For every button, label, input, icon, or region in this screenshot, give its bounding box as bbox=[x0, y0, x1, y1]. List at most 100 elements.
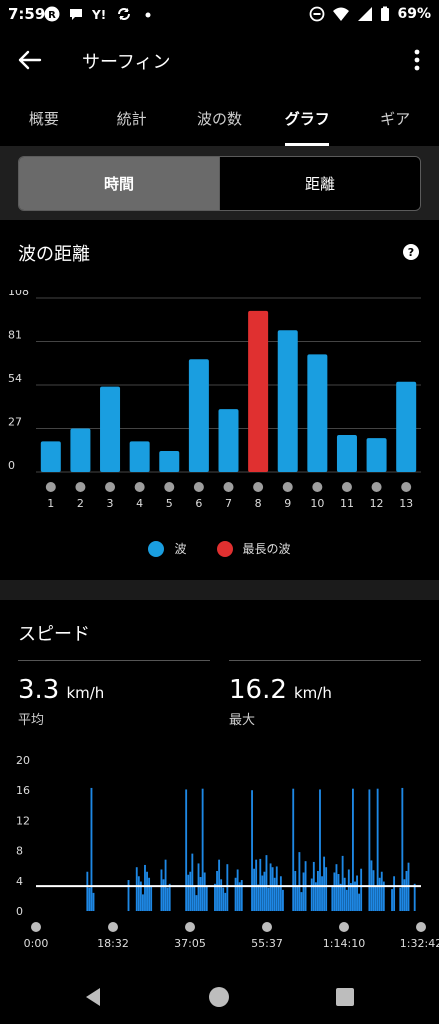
speed-bar bbox=[378, 877, 381, 911]
battery-percent: 69% bbox=[397, 6, 431, 22]
nav-recents-icon[interactable] bbox=[333, 985, 357, 1009]
status-bar: 7:59 R Y! 69% bbox=[0, 0, 439, 30]
speed-bar bbox=[160, 869, 163, 911]
speed-bar bbox=[352, 788, 354, 911]
speed-bar bbox=[341, 855, 344, 911]
x-tick-dot bbox=[312, 482, 323, 492]
wave-bar bbox=[100, 386, 121, 472]
svg-text:Y!: Y! bbox=[92, 8, 106, 22]
x-tick-dot bbox=[105, 482, 116, 492]
y-tick-label: 16 bbox=[16, 784, 30, 797]
max-speed-unit: km/h bbox=[293, 684, 332, 702]
x-tick-label: 1 bbox=[47, 497, 54, 510]
speed-bar bbox=[300, 892, 303, 911]
x-tick-dot bbox=[45, 482, 56, 492]
tab-overview[interactable]: 概要 bbox=[4, 92, 84, 146]
x-tick-dot bbox=[193, 482, 204, 492]
speed-bar bbox=[224, 892, 227, 911]
x-tick-label: 3 bbox=[107, 497, 114, 510]
wave-bar bbox=[70, 428, 91, 472]
back-button[interactable] bbox=[14, 44, 50, 76]
battery-icon bbox=[381, 6, 390, 21]
speed-bar bbox=[135, 867, 138, 911]
speed-bar bbox=[277, 886, 280, 911]
speed-bar bbox=[405, 870, 408, 911]
speed-bar bbox=[292, 788, 295, 911]
tab-wave-count[interactable]: 波の数 bbox=[179, 92, 259, 146]
speed-bar bbox=[393, 876, 396, 911]
speed-bar bbox=[187, 874, 190, 911]
speed-bar bbox=[296, 885, 299, 911]
wave-distance-card: 波の距離 ? 0 27 54 81 108 1 2 3 4 5 6 7 8 9 10 11 12 13 波 最長の… bbox=[0, 220, 439, 580]
x-tick-label: 18:32 bbox=[97, 937, 129, 950]
more-notifications-dot-icon bbox=[140, 6, 156, 22]
wave-distance-title: 波の距離 bbox=[18, 244, 90, 265]
x-tick-dot bbox=[253, 482, 264, 492]
avg-speed-unit: km/h bbox=[66, 684, 105, 702]
toggle-distance[interactable]: 距離 bbox=[219, 157, 420, 210]
x-tick-label: 7 bbox=[225, 497, 232, 510]
x-tick-dot bbox=[371, 482, 382, 492]
speed-bar bbox=[319, 789, 321, 911]
x-tick-label: 1:32:42 bbox=[400, 937, 439, 950]
speed-bar bbox=[374, 886, 377, 911]
speed-bar bbox=[269, 863, 272, 911]
speed-bar bbox=[189, 871, 192, 911]
nav-home-icon[interactable] bbox=[207, 985, 231, 1009]
nav-back-icon[interactable] bbox=[82, 985, 106, 1009]
wave-bar bbox=[129, 441, 150, 472]
tab-graph[interactable]: グラフ bbox=[267, 92, 347, 146]
x-tick-label: 13 bbox=[399, 497, 413, 510]
tab-stats[interactable]: 統計 bbox=[92, 92, 172, 146]
wifi-icon bbox=[333, 7, 350, 21]
speed-bar bbox=[325, 867, 328, 911]
speed-bar bbox=[273, 877, 276, 911]
speed-bar bbox=[201, 788, 204, 911]
speed-bar bbox=[275, 866, 278, 911]
speed-bar bbox=[380, 871, 383, 911]
speed-bar bbox=[259, 858, 262, 911]
wave-bar bbox=[366, 438, 387, 472]
toggle-band: 時間 距離 bbox=[0, 146, 439, 220]
speed-bar bbox=[376, 788, 379, 911]
toggle-time[interactable]: 時間 bbox=[19, 157, 219, 210]
tab-gear[interactable]: ギア bbox=[355, 92, 435, 146]
x-tick-dot bbox=[75, 482, 86, 492]
x-tick-label: 55:37 bbox=[251, 937, 283, 950]
avg-speed-value: 3.3 bbox=[18, 675, 60, 705]
speed-bar bbox=[251, 790, 253, 911]
wave-bar bbox=[218, 409, 239, 472]
speed-bar bbox=[236, 869, 239, 911]
speed-stats: 3.3 km/h 平均 16.2 km/h 最大 bbox=[18, 660, 421, 730]
speed-bar bbox=[282, 889, 284, 911]
speed-bar bbox=[368, 789, 371, 911]
speed-bar bbox=[127, 880, 130, 911]
x-tick-dot bbox=[339, 922, 349, 932]
notification-icons: R Y! bbox=[44, 6, 156, 22]
speed-bar bbox=[261, 875, 264, 911]
svg-text:R: R bbox=[48, 10, 56, 21]
page-title: サーフィン bbox=[82, 52, 171, 73]
x-tick-dot bbox=[164, 482, 175, 492]
wave-bar bbox=[40, 441, 61, 472]
rakuten-icon: R bbox=[44, 6, 60, 22]
speed-bar bbox=[234, 877, 237, 911]
x-tick-label: 0:00 bbox=[24, 937, 49, 950]
legend-label-longest-wave: 最長の波 bbox=[242, 542, 291, 556]
speed-bar bbox=[150, 886, 153, 911]
speed-bar bbox=[391, 889, 393, 911]
y-tick-label: 8 bbox=[16, 845, 23, 858]
speed-bar bbox=[205, 886, 208, 911]
y-tick-label: 54 bbox=[8, 372, 22, 385]
chat-bubble-icon bbox=[68, 6, 84, 22]
arrow-left-icon bbox=[18, 50, 42, 70]
avg-speed-label: 平均 bbox=[18, 713, 45, 728]
x-tick-label: 11 bbox=[340, 497, 354, 510]
speed-bar bbox=[401, 787, 404, 911]
x-tick-label: 9 bbox=[284, 497, 291, 510]
speed-bar bbox=[263, 871, 266, 911]
overflow-menu-button[interactable] bbox=[409, 48, 425, 72]
help-icon[interactable]: ? bbox=[403, 244, 419, 260]
x-tick-dot bbox=[341, 482, 352, 492]
speed-bar bbox=[294, 870, 297, 911]
